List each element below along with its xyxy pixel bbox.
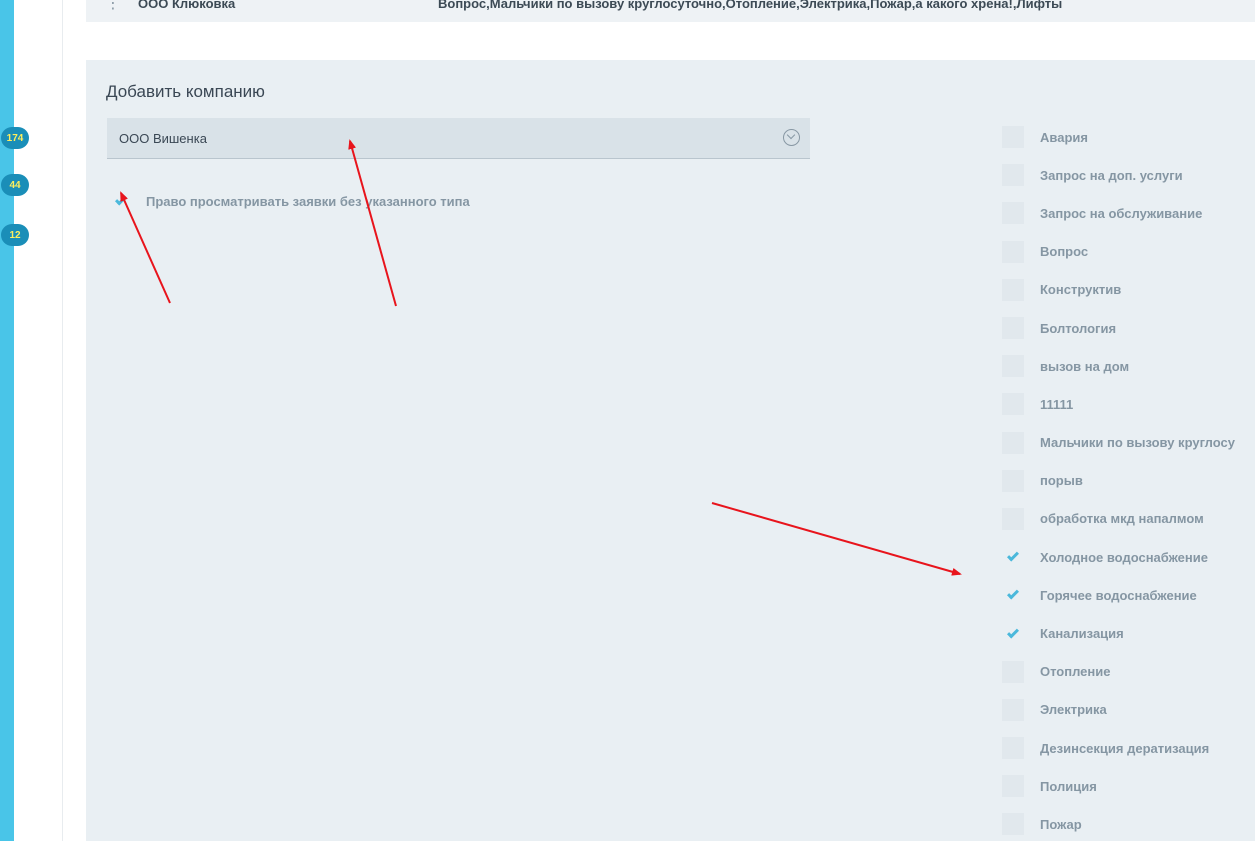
page: 174 44 12 ⋮ ООО Клюковка Вопрос,Мальчики…	[0, 0, 1255, 841]
permission-label: Право просматривать заявки без указанног…	[146, 193, 470, 209]
counter-badge[interactable]: 12	[1, 224, 29, 246]
request-type-label: Болтология	[1040, 320, 1117, 336]
request-type-label: обработка мкд напалмом	[1040, 511, 1204, 527]
counter-badge[interactable]: 44	[1, 174, 29, 196]
request-type-label: 11111	[1040, 396, 1074, 412]
company-select[interactable]: ООО Вишенка	[107, 118, 810, 159]
request-type-checkbox[interactable]	[1002, 278, 1024, 301]
request-type-item[interactable]: Мальчики по вызову круглосу	[1002, 424, 1255, 462]
request-type-label: Запрос на доп. услуги	[1040, 167, 1183, 183]
request-type-item[interactable]: Запрос на обслуживание	[1002, 194, 1255, 232]
request-type-checkbox[interactable]	[1002, 126, 1024, 149]
request-type-item[interactable]: Холодное водоснабжение	[1002, 538, 1255, 576]
check-icon	[1006, 549, 1020, 562]
row-request-types: Вопрос,Мальчики по вызову круглосуточно,…	[438, 0, 1063, 11]
permission-checkbox[interactable]	[110, 190, 132, 212]
request-type-label: Дезинсекция дератизация	[1040, 740, 1210, 756]
chevron-down-icon[interactable]	[783, 129, 800, 146]
request-type-item[interactable]: 11111	[1002, 385, 1255, 423]
request-type-item[interactable]: Горячее водоснабжение	[1002, 576, 1255, 614]
request-type-item[interactable]: Канализация	[1002, 614, 1255, 652]
check-icon	[1006, 587, 1020, 600]
request-type-checkbox[interactable]	[1002, 775, 1024, 798]
request-type-label: порыв	[1040, 473, 1083, 489]
request-type-checkbox[interactable]	[1002, 393, 1024, 416]
request-type-label: Конструктив	[1040, 282, 1122, 298]
request-type-item[interactable]: вызов на дом	[1002, 347, 1255, 385]
add-company-panel: Добавить компанию ООО Вишенка Право прос…	[86, 60, 1255, 841]
request-type-label: Отопление	[1040, 664, 1111, 680]
request-type-label: Канализация	[1040, 626, 1124, 642]
request-type-item[interactable]: Отопление	[1002, 653, 1255, 691]
request-type-label: Электрика	[1040, 702, 1107, 718]
request-type-checkbox[interactable]	[1002, 355, 1024, 378]
row-company-name: ООО Клюковка	[138, 0, 236, 11]
more-options-icon[interactable]: ⋮	[105, 0, 121, 12]
divider	[62, 0, 63, 841]
request-type-checkbox[interactable]	[1002, 623, 1024, 645]
request-type-checkbox[interactable]	[1002, 469, 1024, 492]
request-type-item[interactable]: Болтология	[1002, 309, 1255, 347]
panel-title: Добавить компанию	[106, 82, 265, 101]
request-type-label: Горячее водоснабжение	[1040, 587, 1197, 603]
request-type-item[interactable]: обработка мкд напалмом	[1002, 500, 1255, 538]
request-type-item[interactable]: Конструктив	[1002, 271, 1255, 309]
request-type-checkbox[interactable]	[1002, 240, 1024, 263]
company-select-value: ООО Вишенка	[119, 131, 207, 146]
request-type-checkbox[interactable]	[1002, 546, 1024, 568]
request-type-label: Авария	[1040, 129, 1088, 145]
request-type-item[interactable]: Дезинсекция дератизация	[1002, 729, 1255, 767]
request-type-checkbox[interactable]	[1002, 317, 1024, 340]
request-type-item[interactable]: порыв	[1002, 462, 1255, 500]
request-type-item[interactable]: Вопрос	[1002, 233, 1255, 271]
request-type-item[interactable]: Запрос на доп. услуги	[1002, 156, 1255, 194]
request-type-label: Мальчики по вызову круглосу	[1040, 435, 1235, 451]
request-type-item[interactable]: Электрика	[1002, 691, 1255, 729]
request-type-label: Запрос на обслуживание	[1040, 205, 1203, 221]
counter-badge[interactable]: 174	[1, 127, 29, 149]
request-type-checkbox[interactable]	[1002, 698, 1024, 721]
request-type-checkbox[interactable]	[1002, 813, 1024, 836]
request-type-label: Пожар	[1040, 816, 1082, 832]
request-type-checkbox[interactable]	[1002, 507, 1024, 530]
request-type-label: вызов на дом	[1040, 358, 1130, 374]
request-type-item[interactable]: Пожар	[1002, 805, 1255, 841]
request-type-checkbox[interactable]	[1002, 164, 1024, 187]
table-row[interactable]: ⋮ ООО Клюковка Вопрос,Мальчики по вызову…	[86, 0, 1255, 22]
check-icon	[1006, 626, 1020, 639]
request-type-checkbox[interactable]	[1002, 584, 1024, 606]
request-type-checkbox[interactable]	[1002, 737, 1024, 760]
request-types-list: Авария Запрос на доп. услуги Запрос на обс…	[1002, 118, 1255, 841]
request-type-checkbox[interactable]	[1002, 431, 1024, 454]
request-type-label: Вопрос	[1040, 244, 1089, 260]
request-type-item[interactable]: Полиция	[1002, 767, 1255, 805]
request-type-checkbox[interactable]	[1002, 660, 1024, 683]
request-type-label: Холодное водоснабжение	[1040, 549, 1208, 565]
request-type-checkbox[interactable]	[1002, 202, 1024, 225]
request-type-label: Полиция	[1040, 778, 1097, 794]
request-type-item[interactable]: Авария	[1002, 118, 1255, 156]
permission-option[interactable]: Право просматривать заявки без указанног…	[110, 190, 470, 212]
check-icon	[114, 193, 128, 206]
